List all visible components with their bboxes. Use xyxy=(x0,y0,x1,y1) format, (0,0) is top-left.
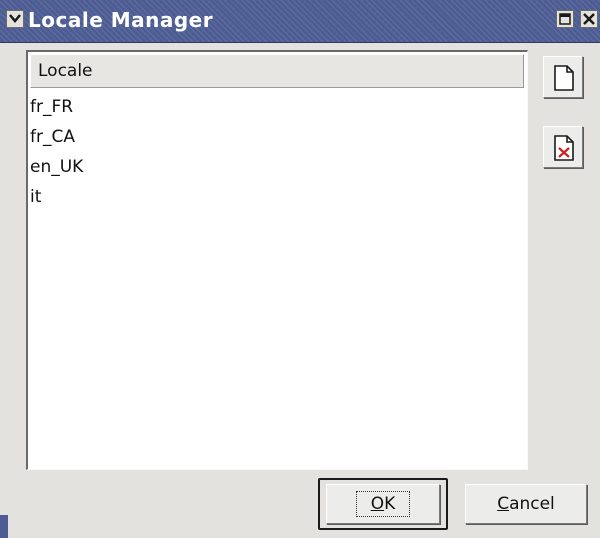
ok-button-default-frame: OK xyxy=(318,478,448,530)
delete-locale-button[interactable] xyxy=(543,126,583,168)
window-menu-button[interactable] xyxy=(6,10,24,28)
ok-button[interactable]: OK xyxy=(326,484,440,524)
close-icon xyxy=(583,13,595,25)
window-edge-accent xyxy=(0,515,8,538)
delete-document-icon xyxy=(554,135,574,161)
cancel-button[interactable]: Cancel xyxy=(465,484,587,524)
locale-list[interactable]: Locale fr_FR fr_CA en_UK it xyxy=(26,50,528,470)
maximize-button[interactable] xyxy=(556,10,574,28)
ok-focus-rect: OK xyxy=(355,491,411,517)
locale-manager-window: Locale Manager Locale fr_FR fr_CA en_UK … xyxy=(0,0,600,538)
ok-mnemonic: O xyxy=(370,494,385,514)
cancel-mnemonic: C xyxy=(497,494,510,514)
list-item[interactable]: en_UK xyxy=(30,152,524,182)
ok-label-rest: K xyxy=(384,494,396,514)
maximize-icon xyxy=(559,13,571,25)
close-button[interactable] xyxy=(580,10,598,28)
new-locale-button[interactable] xyxy=(543,56,583,98)
window-title: Locale Manager xyxy=(28,8,214,32)
title-bar[interactable]: Locale Manager xyxy=(0,0,600,43)
column-header-label: Locale xyxy=(38,61,93,81)
column-header-locale[interactable]: Locale xyxy=(30,54,524,88)
cancel-label-rest: ancel xyxy=(509,494,555,514)
chevron-down-icon xyxy=(9,14,21,23)
list-item[interactable]: fr_CA xyxy=(30,122,524,152)
locale-rows: fr_FR fr_CA en_UK it xyxy=(30,92,524,212)
list-item[interactable]: fr_FR xyxy=(30,92,524,122)
list-item[interactable]: it xyxy=(30,182,524,212)
new-document-icon xyxy=(554,65,574,91)
